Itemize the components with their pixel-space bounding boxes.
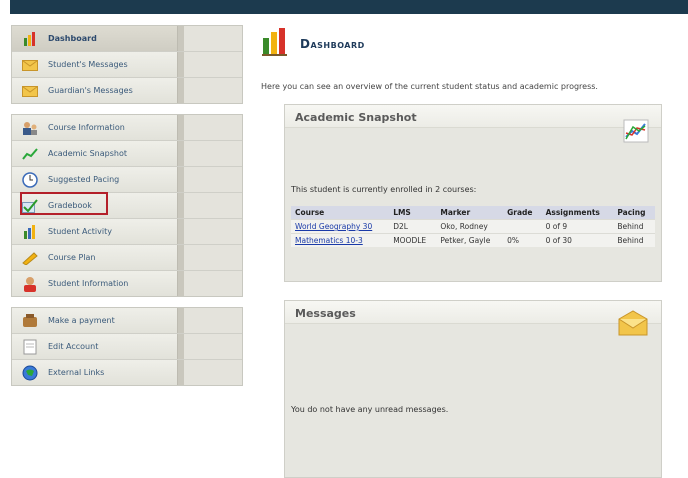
- sidebar-item-course-plan[interactable]: Course Plan: [12, 245, 242, 271]
- sidebar-item-edit-account[interactable]: Edit Account: [12, 334, 242, 360]
- sidebar-item-dashboard[interactable]: Dashboard: [12, 26, 242, 52]
- panel-title: Messages: [295, 307, 356, 320]
- enrollment-text: This student is currently enrolled in 2 …: [291, 185, 477, 194]
- no-messages-text: You do not have any unread messages.: [291, 405, 449, 414]
- chart-icon: [623, 119, 649, 147]
- menu-separator: [11, 104, 243, 114]
- table-row: Mathematics 10-3 MOODLE Petker, Gayle 0% 0 o…: [291, 233, 655, 247]
- menu-item-handle: [177, 245, 242, 270]
- people-icon: [21, 120, 39, 136]
- sidebar-item-make-a-payment[interactable]: Make a payment: [12, 308, 242, 334]
- sidebar-item-academic-snapshot[interactable]: Academic Snapshot: [12, 141, 242, 167]
- menu-group: Make a payment Edit Account External Links: [11, 307, 243, 386]
- intro-text: Here you can see an overview of the curr…: [261, 82, 598, 91]
- courses-table: Course LMS Marker Grade Assignments Pacing Wo…: [291, 206, 655, 247]
- payment-icon: [21, 313, 39, 329]
- top-bar: [10, 0, 688, 14]
- table-cell: 0 of 9: [541, 219, 614, 234]
- academic-snapshot-panel: Academic Snapshot This student is curren…: [284, 104, 662, 282]
- table-cell: 0%: [503, 233, 542, 247]
- menu-separator: [11, 297, 243, 307]
- account-icon: [21, 339, 39, 355]
- sidebar-item-label: Student's Messages: [48, 60, 128, 69]
- sidebar-item-label: Dashboard: [48, 34, 97, 43]
- menu-item-handle: [177, 78, 242, 103]
- menu-item-handle: [177, 219, 242, 244]
- sidebar-item-external-links[interactable]: External Links: [12, 360, 242, 385]
- sidebar-item-suggested-pacing[interactable]: Suggested Pacing: [12, 167, 242, 193]
- menu-item-handle: [177, 334, 242, 359]
- sidebar-item-label: Guardian's Messages: [48, 86, 133, 95]
- column-header: Pacing: [613, 206, 655, 220]
- envelope-icon: [21, 83, 39, 99]
- menu-item-handle: [177, 26, 242, 51]
- sidebar-item-label: External Links: [48, 368, 105, 377]
- column-header: Assignments: [541, 206, 614, 220]
- table-cell: Behind: [613, 219, 655, 234]
- column-header: LMS: [389, 206, 437, 220]
- menu-group: Dashboard Student's Messages Guardian's Me…: [11, 25, 243, 104]
- panel-title: Academic Snapshot: [295, 111, 417, 124]
- menu-item-handle: [177, 360, 242, 385]
- page-title: Dashboard: [300, 37, 365, 51]
- clock-icon: [21, 171, 39, 188]
- menu-item-handle: [177, 308, 242, 333]
- menu-item-handle: [177, 193, 242, 218]
- menu-item-handle: [177, 115, 242, 140]
- envelope-icon: [617, 309, 649, 341]
- dashboard-icon: [262, 28, 288, 60]
- sidebar-item-guardian-s-messages[interactable]: Guardian's Messages: [12, 78, 242, 103]
- dashboard-icon: [21, 31, 39, 47]
- menu-item-handle: [177, 52, 242, 77]
- sidebar-item-label: Suggested Pacing: [48, 175, 120, 184]
- messages-panel: Messages You do not have any unread mess…: [284, 300, 662, 478]
- table-cell: Behind: [613, 233, 655, 247]
- table-cell: 0 of 30: [541, 233, 614, 247]
- sidebar-item-course-information[interactable]: Course Information: [12, 115, 242, 141]
- table-cell: World Geography 30: [291, 219, 390, 234]
- table-row: World Geography 30 D2L Oko, Rodney 0 of 9 Be…: [291, 219, 655, 234]
- globe-icon: [21, 365, 39, 381]
- user-icon: [21, 276, 39, 292]
- table-cell: Petker, Gayle: [436, 233, 504, 247]
- column-header: Course: [291, 206, 390, 220]
- sidebar-item-label: Course Plan: [48, 253, 96, 262]
- sidebar-item-label: Course Information: [48, 123, 125, 132]
- menu-item-handle: [177, 167, 242, 192]
- sidebar-item-student-information[interactable]: Student Information: [12, 271, 242, 296]
- page-header: Dashboard: [262, 28, 365, 60]
- table-cell: MOODLE: [389, 233, 437, 247]
- sidebar-item-student-s-messages[interactable]: Student's Messages: [12, 52, 242, 78]
- menu-item-handle: [177, 141, 242, 166]
- sidebar-item-student-activity[interactable]: Student Activity: [12, 219, 242, 245]
- column-header: Grade: [503, 206, 542, 220]
- menu-item-handle: [177, 271, 242, 296]
- gradebook-highlight-box: [20, 192, 108, 215]
- course-link[interactable]: Mathematics 10-3: [295, 236, 363, 245]
- sidebar-item-label: Student Activity: [48, 227, 112, 236]
- table-cell: Oko, Rodney: [436, 219, 504, 234]
- column-header: Marker: [436, 206, 504, 220]
- table-cell: Mathematics 10-3: [291, 233, 390, 247]
- table-cell: D2L: [389, 219, 437, 234]
- sidebar-item-label: Make a payment: [48, 316, 115, 325]
- sidebar-item-label: Edit Account: [48, 342, 99, 351]
- activity-icon: [21, 224, 39, 240]
- sidebar-item-label: Academic Snapshot: [48, 149, 127, 158]
- sidebar-item-label: Student Information: [48, 279, 129, 288]
- course-link[interactable]: World Geography 30: [295, 222, 372, 231]
- chart-icon: [21, 146, 39, 162]
- envelope-icon: [21, 57, 39, 73]
- table-cell: [503, 219, 542, 234]
- plan-icon: [21, 250, 39, 266]
